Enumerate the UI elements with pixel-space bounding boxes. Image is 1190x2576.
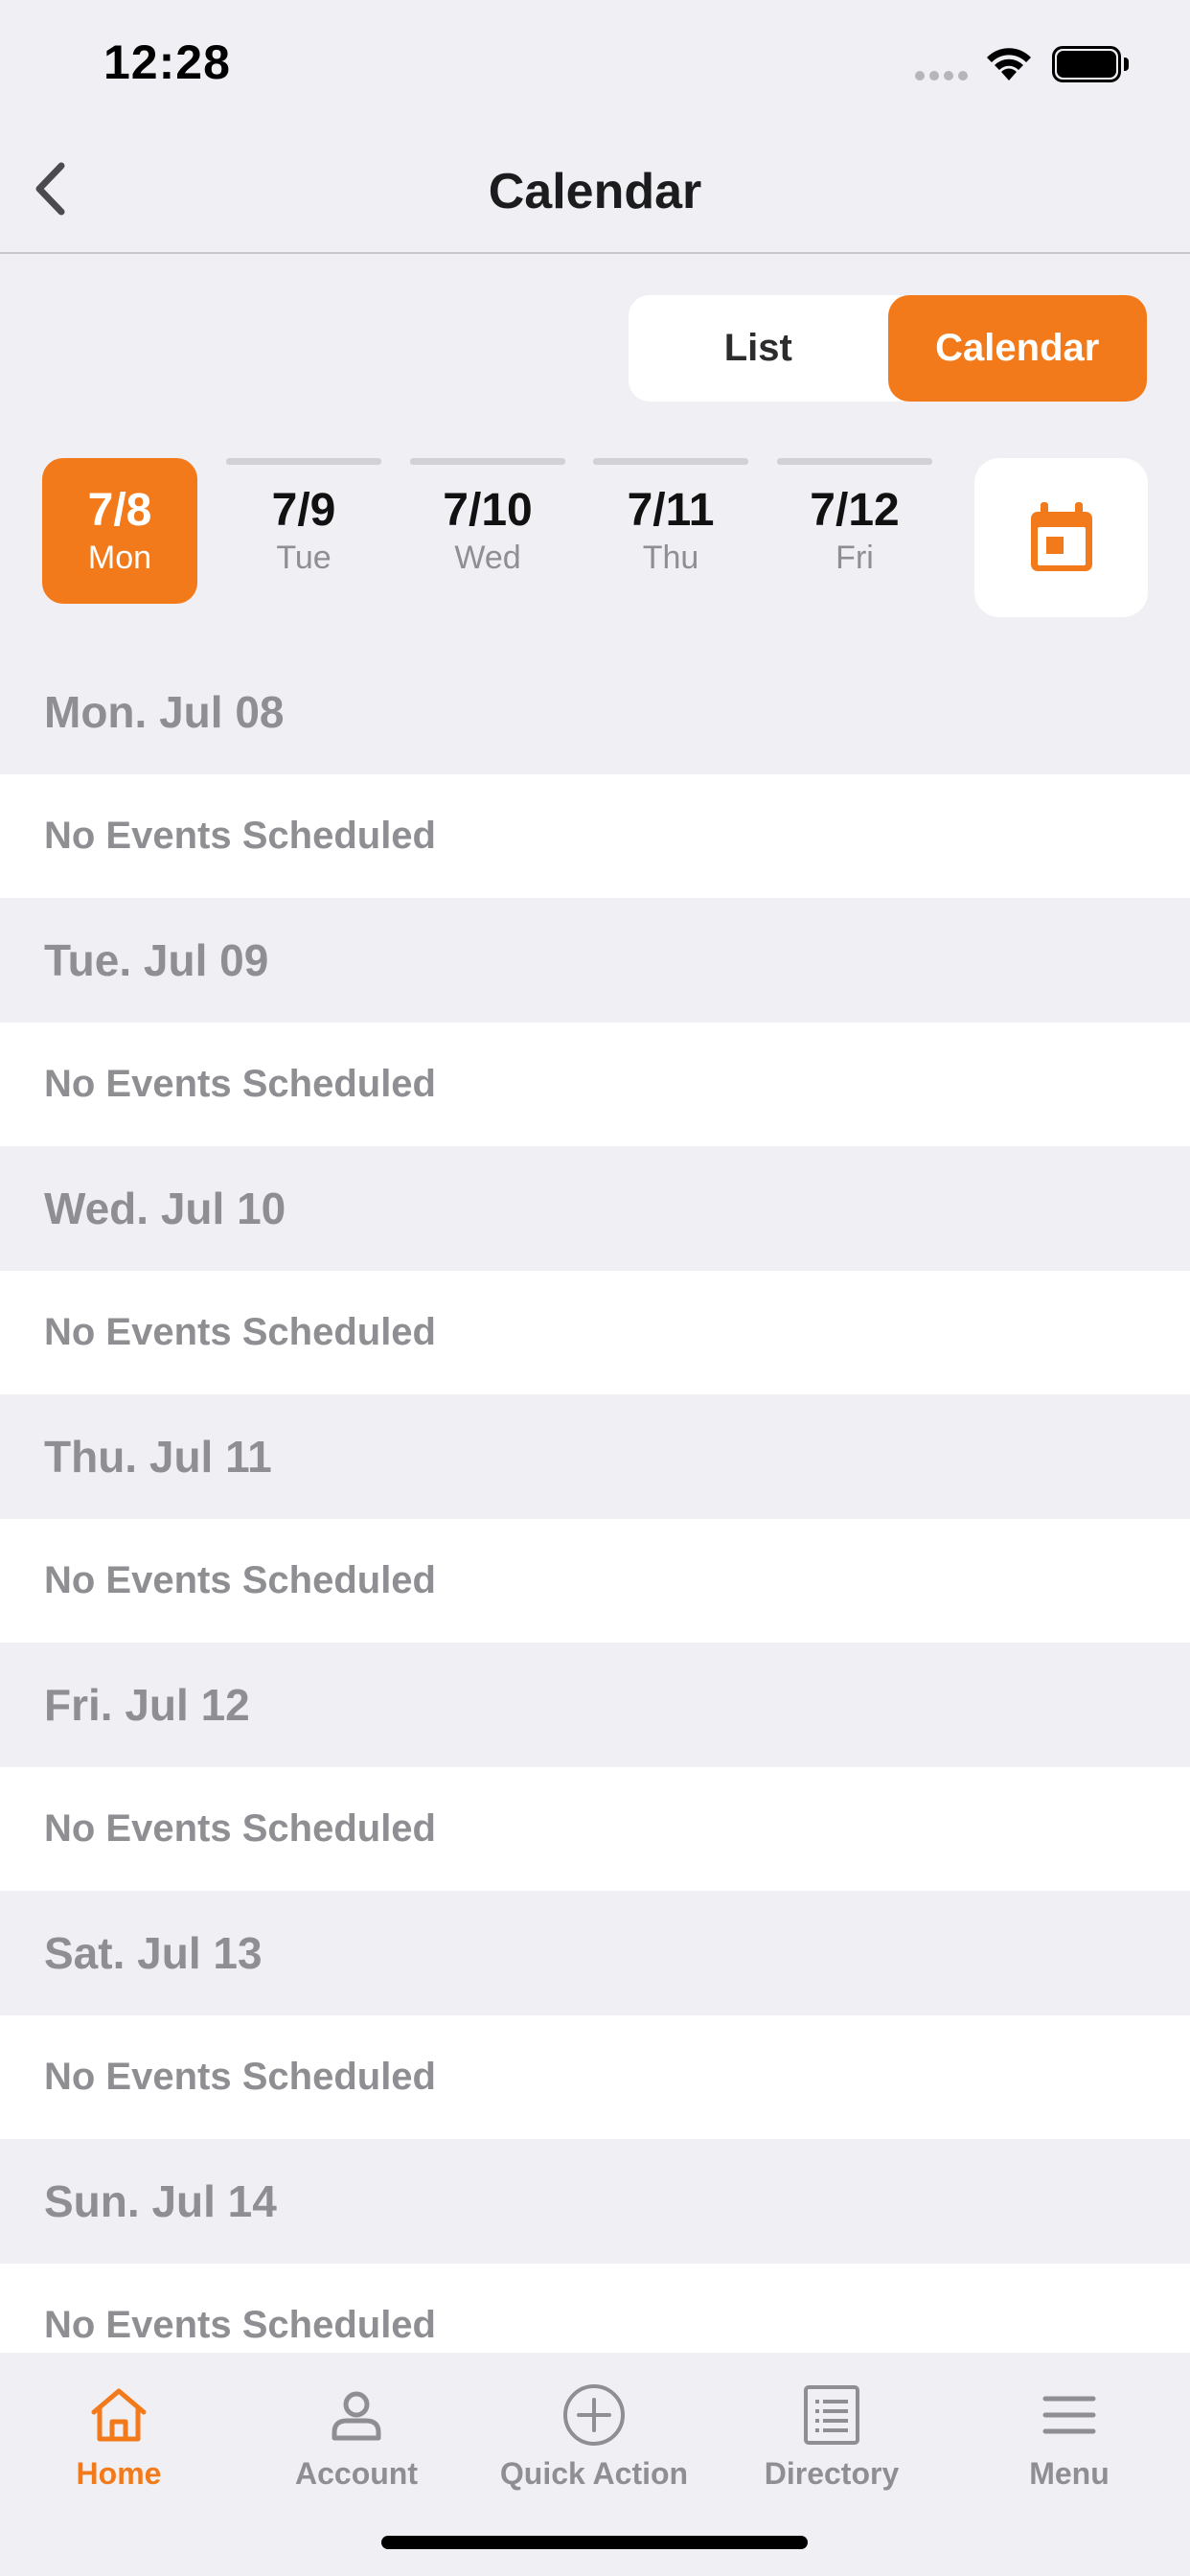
date-chip-7-10[interactable]: 7/10 Wed	[410, 458, 565, 604]
day-header: Sat. Jul 13	[0, 1891, 1190, 2015]
date-chip-divider	[777, 458, 932, 465]
date-chip-7-12[interactable]: 7/12 Fri	[777, 458, 932, 604]
tab-label: Menu	[1029, 2456, 1110, 2491]
day-events-row[interactable]: No Events Scheduled	[0, 1023, 1190, 1146]
navigation-bar: Calendar	[0, 126, 1190, 254]
tab-menu[interactable]: Menu	[950, 2353, 1188, 2506]
list-view-button[interactable]: List	[629, 295, 888, 402]
screen: 12:28 Calendar List Calendar 7/8 Mon 7/9…	[0, 0, 1190, 2576]
day-events-row[interactable]: No Events Scheduled	[0, 1767, 1190, 1891]
status-bar: 12:28	[0, 0, 1190, 126]
date-chip-divider	[593, 458, 748, 465]
person-icon	[332, 2391, 381, 2441]
date-chip-7-8[interactable]: 7/8 Mon	[42, 458, 197, 604]
tab-label: Directory	[764, 2456, 900, 2491]
date-chip-7-9[interactable]: 7/9 Tue	[226, 458, 381, 604]
home-icon	[91, 2388, 147, 2442]
hamburger-menu-icon	[1042, 2396, 1096, 2434]
tab-label: Account	[295, 2456, 418, 2491]
day-header: Mon. Jul 08	[0, 650, 1190, 774]
battery-icon	[1052, 46, 1129, 82]
date-chip-weekday: Fri	[835, 540, 874, 576]
day-events-row[interactable]: No Events Scheduled	[0, 2015, 1190, 2139]
tab-directory[interactable]: Directory	[713, 2353, 950, 2506]
calendar-icon	[1030, 502, 1092, 571]
day-header: Sun. Jul 14	[0, 2139, 1190, 2264]
tab-home[interactable]: Home	[0, 2353, 238, 2506]
tab-label: Quick Action	[499, 2456, 689, 2491]
day-list: Mon. Jul 08 No Events Scheduled Tue. Jul…	[0, 650, 1190, 2387]
day-events-row[interactable]: No Events Scheduled	[0, 1519, 1190, 1643]
list-document-icon	[804, 2385, 859, 2445]
date-chip-7-11[interactable]: 7/11 Thu	[593, 458, 748, 604]
day-events-row[interactable]: No Events Scheduled	[0, 1271, 1190, 1394]
calendar-picker-button[interactable]	[974, 458, 1148, 617]
view-toggle: List Calendar	[629, 295, 1147, 402]
date-chip-divider	[410, 458, 565, 465]
day-header: Fri. Jul 12	[0, 1643, 1190, 1767]
date-chip-date: 7/8	[87, 485, 152, 536]
date-chip-divider	[226, 458, 381, 465]
home-indicator	[381, 2536, 808, 2549]
date-chip-weekday: Thu	[642, 540, 699, 576]
date-chip-date: 7/10	[443, 485, 533, 536]
tab-quick-action[interactable]: Quick Action	[475, 2353, 713, 2506]
day-events-row[interactable]: No Events Scheduled	[0, 774, 1190, 898]
calendar-view-button[interactable]: Calendar	[887, 295, 1147, 402]
tab-label: Home	[76, 2456, 162, 2491]
date-chip-date: 7/9	[271, 485, 336, 536]
cellular-signal-icon	[915, 71, 968, 80]
date-chip-weekday: Wed	[454, 540, 521, 576]
day-header: Tue. Jul 09	[0, 898, 1190, 1023]
status-time: 12:28	[103, 35, 231, 89]
date-chip-weekday: Tue	[276, 540, 332, 576]
day-header: Thu. Jul 11	[0, 1394, 1190, 1519]
plus-circle-icon	[563, 2384, 625, 2446]
date-chip-weekday: Mon	[87, 540, 152, 576]
tab-account[interactable]: Account	[238, 2353, 475, 2506]
page-title: Calendar	[488, 164, 702, 219]
date-strip: 7/8 Mon 7/9 Tue 7/10 Wed 7/11 Thu 7/12 F…	[42, 458, 1148, 617]
day-header: Wed. Jul 10	[0, 1146, 1190, 1271]
wifi-icon	[985, 44, 1033, 87]
date-chip-date: 7/12	[810, 485, 900, 536]
date-chip-date: 7/11	[627, 485, 715, 536]
